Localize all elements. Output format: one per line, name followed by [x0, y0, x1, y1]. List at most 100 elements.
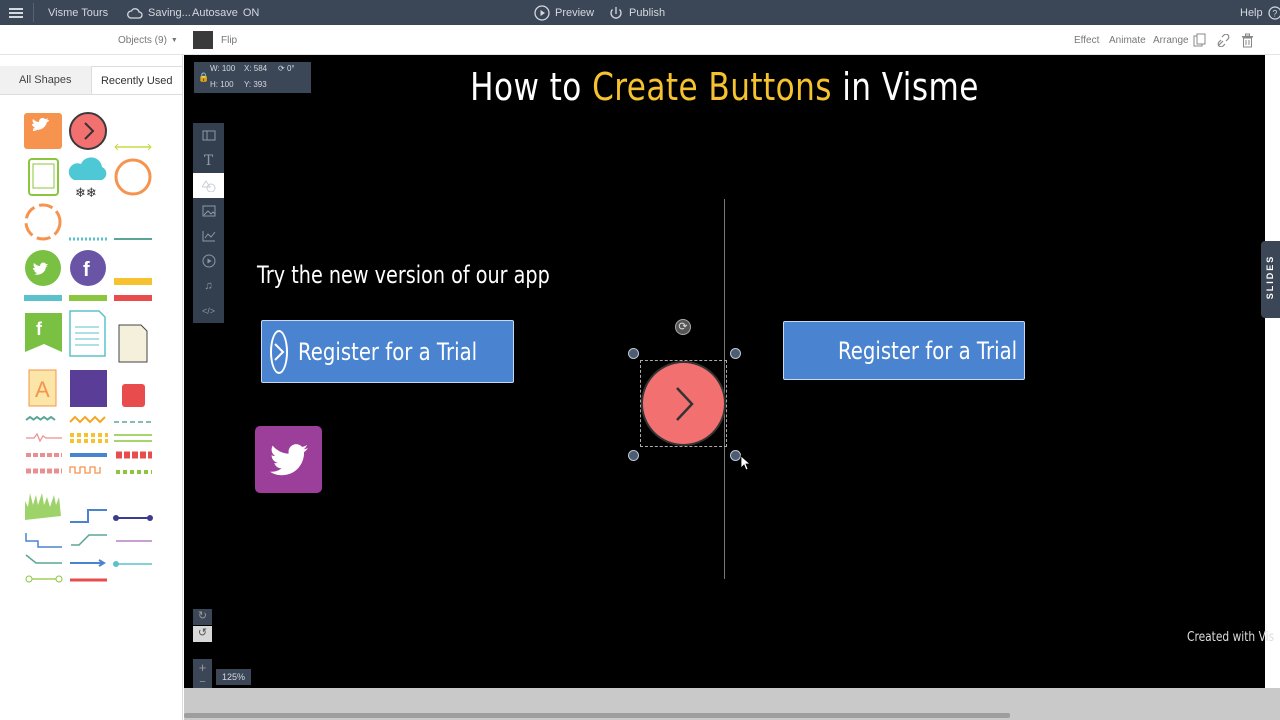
- title-text-1: How to: [470, 65, 593, 109]
- autosave-state: ON: [242, 6, 260, 19]
- undo-icon[interactable]: ↺: [193, 626, 212, 642]
- objects-label: Objects (9): [118, 34, 167, 46]
- register-button[interactable]: Register for a Trial: [783, 321, 1025, 380]
- tab-recently-used[interactable]: Recently Used: [90, 66, 183, 94]
- zoom-in-button[interactable]: +: [193, 659, 212, 677]
- preview-button[interactable]: Preview: [534, 0, 594, 25]
- slide-canvas[interactable]: 🔒 W: 100 X: 584 ⟳ 0° H: 100 Y: 393 How t…: [184, 55, 1274, 689]
- width-value[interactable]: W: 100: [210, 64, 235, 73]
- lock-icon[interactable]: 🔒: [198, 72, 209, 83]
- flip-button[interactable]: Flip: [221, 25, 237, 55]
- arrow-line-shape: [70, 559, 106, 567]
- objects-dropdown[interactable]: Objects (9) ▼: [118, 25, 178, 55]
- help-button[interactable]: Help ?: [1240, 0, 1280, 25]
- animate-button[interactable]: Animate: [1109, 25, 1146, 55]
- preview-label: Preview: [555, 6, 595, 19]
- play-icon: [534, 4, 550, 21]
- letter-a-shape: A: [28, 369, 57, 407]
- color-swatch[interactable]: [193, 25, 213, 55]
- twitter-button[interactable]: [255, 426, 322, 493]
- height-value[interactable]: H: 100: [210, 80, 234, 89]
- square-wave-shape: [69, 466, 101, 474]
- twitter-square-shape: [24, 113, 62, 149]
- wave-line-shape: [26, 432, 62, 443]
- video-icon[interactable]: [193, 248, 224, 273]
- register-button-label: Register for a Trial: [298, 337, 478, 366]
- purple-square-shape: [70, 370, 107, 407]
- resize-handle-tl[interactable]: [628, 348, 639, 359]
- help-label: Help: [1240, 6, 1263, 19]
- red-rounded-square-shape: [122, 384, 145, 407]
- svg-text:?: ?: [1272, 8, 1277, 18]
- tagline-text[interactable]: Try the new version of our app: [257, 261, 550, 289]
- register-button-with-icon[interactable]: Register for a Trial: [261, 320, 514, 383]
- twitter-icon: [269, 443, 308, 475]
- facebook-circle-shape: f: [70, 250, 106, 286]
- svg-text:f: f: [36, 319, 43, 339]
- copy-icon[interactable]: [1193, 25, 1206, 55]
- arrow-circle-button[interactable]: [641, 361, 726, 446]
- link-icon[interactable]: [1217, 25, 1230, 55]
- pin-dot-shape: [113, 561, 119, 567]
- panel-tabs: All Shapes Recently Used: [0, 66, 183, 95]
- end-circle-shape-2: [55, 575, 63, 583]
- double-arrow-line-shape: [114, 143, 152, 151]
- twitter-circle-shape: [25, 250, 61, 286]
- arrow-circle-shape: [69, 112, 107, 150]
- slides-tab[interactable]: SLIDES: [1261, 241, 1280, 318]
- connector-line-shape: [113, 515, 153, 521]
- saving-status: Saving...: [127, 0, 191, 25]
- properties-toolbar: Objects (9) ▼ Flip Effect Animate Arrang…: [0, 25, 1280, 55]
- rotate-handle-icon[interactable]: ⟳: [675, 319, 691, 335]
- text-icon[interactable]: T: [193, 148, 224, 173]
- image-icon[interactable]: [193, 198, 224, 223]
- horizontal-scrollbar[interactable]: [184, 713, 1010, 718]
- step-line-shape: [70, 509, 107, 523]
- arrow-bar-shape: [114, 434, 152, 442]
- svg-text:❄❄: ❄❄: [75, 186, 97, 201]
- y-value[interactable]: Y: 393: [244, 80, 267, 89]
- effect-button[interactable]: Effect: [1074, 25, 1099, 55]
- publish-label: Publish: [629, 6, 666, 19]
- label-tag-shape: [114, 278, 152, 285]
- audio-icon[interactable]: ♫: [193, 273, 224, 298]
- watermark: Created with Vis: [1187, 630, 1275, 645]
- cloud-icon: [127, 7, 143, 19]
- arrow-pattern-shape: [25, 415, 56, 421]
- arrange-button[interactable]: Arrange: [1153, 25, 1189, 55]
- tag-green-shape: [69, 295, 107, 301]
- saving-label: Saving...: [148, 6, 191, 19]
- register-button-2-label: Register for a Trial: [838, 336, 1018, 365]
- zoom-level[interactable]: 125%: [216, 669, 251, 685]
- shapes-icon[interactable]: [193, 173, 224, 198]
- curve-connector-shape: [71, 534, 107, 546]
- layout-icon[interactable]: [193, 123, 224, 148]
- resize-handle-bl[interactable]: [628, 450, 639, 461]
- x-value[interactable]: X: 584: [244, 64, 267, 73]
- shapes-panel: All Shapes Recently Used ❄❄ f f A: [0, 55, 183, 720]
- document-shape: [69, 310, 106, 357]
- title-text-2: in Visme: [831, 65, 979, 109]
- help-icon: ?: [1268, 5, 1280, 20]
- hamburger-icon[interactable]: [9, 0, 23, 25]
- publish-button[interactable]: Publish: [608, 0, 665, 25]
- chart-icon[interactable]: [193, 223, 224, 248]
- resize-handle-tr[interactable]: [730, 348, 741, 359]
- redo-icon[interactable]: ↻: [193, 609, 212, 625]
- diagonal-connector-shape: [25, 554, 62, 564]
- shape-grid[interactable]: ❄❄ f f A: [0, 105, 183, 595]
- embed-icon[interactable]: </>: [193, 298, 224, 323]
- tab-all-shapes[interactable]: All Shapes: [0, 66, 91, 94]
- trash-icon[interactable]: [1241, 25, 1254, 55]
- slide-title[interactable]: How to Create Buttons in Visme: [281, 65, 1167, 109]
- zigzag-shape: [69, 415, 106, 424]
- step-connector-shape: [25, 533, 62, 548]
- tablet-shape: [28, 158, 59, 196]
- project-name[interactable]: Visme Tours: [48, 0, 108, 25]
- autosave-toggle[interactable]: Autosave ON: [192, 0, 259, 25]
- caret-down-icon: ▼: [170, 36, 178, 44]
- tag-teal-shape: [24, 295, 62, 301]
- svg-text:A: A: [35, 377, 50, 402]
- snow-cloud-shape: ❄❄: [68, 157, 107, 201]
- chevron-right-icon: [270, 329, 288, 374]
